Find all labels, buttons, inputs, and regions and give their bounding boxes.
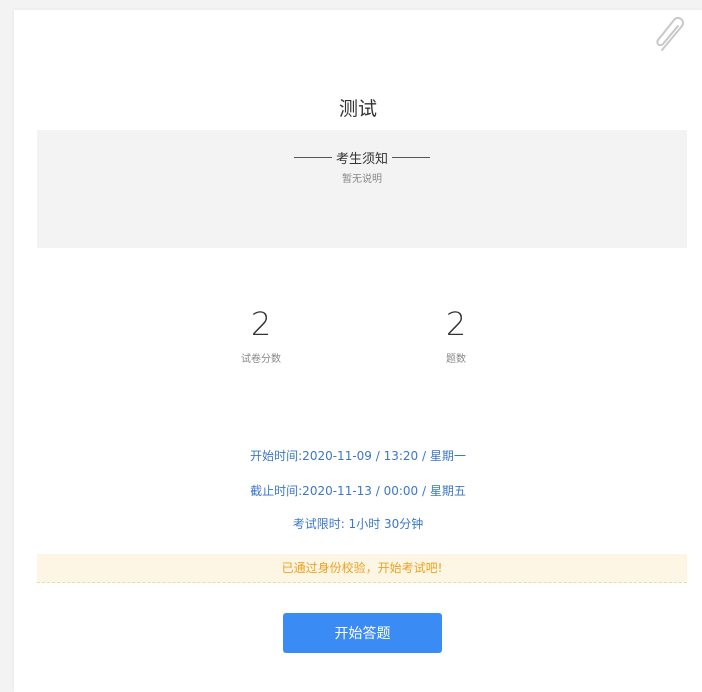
start-exam-button[interactable]: 开始答题	[283, 613, 442, 653]
notice-heading: 考生须知	[335, 152, 388, 167]
score-label: 试卷分数	[241, 354, 281, 365]
exam-card: 测试 考生须知 暂无说明 2 试卷分数 2 题数 开始时间:2020-11-09…	[14, 10, 702, 692]
paperclip-icon	[656, 17, 684, 51]
exam-title: 测试	[338, 98, 377, 120]
question-count-label: 题数	[446, 354, 466, 365]
notice-heading-row: 考生须知	[37, 148, 687, 167]
score-stat: 2 试卷分数	[201, 306, 321, 365]
time-limit: 考试限时: 1小时 30分钟	[292, 517, 424, 531]
start-time: 开始时间:2020-11-09 / 13:20 / 星期一	[250, 449, 466, 463]
question-count-value: 2	[445, 305, 467, 343]
notice-divider-right	[392, 157, 430, 158]
score-value: 2	[250, 305, 272, 343]
notice-divider-left	[293, 157, 332, 158]
notice-body: 暂无说明	[342, 174, 382, 185]
verification-banner: 已通过身份校验，开始考试吧!	[37, 554, 687, 583]
question-count-stat: 2 题数	[396, 306, 516, 365]
notice-panel: 考生须知 暂无说明	[37, 130, 687, 248]
end-time: 截止时间:2020-11-13 / 00:00 / 星期五	[250, 484, 466, 498]
